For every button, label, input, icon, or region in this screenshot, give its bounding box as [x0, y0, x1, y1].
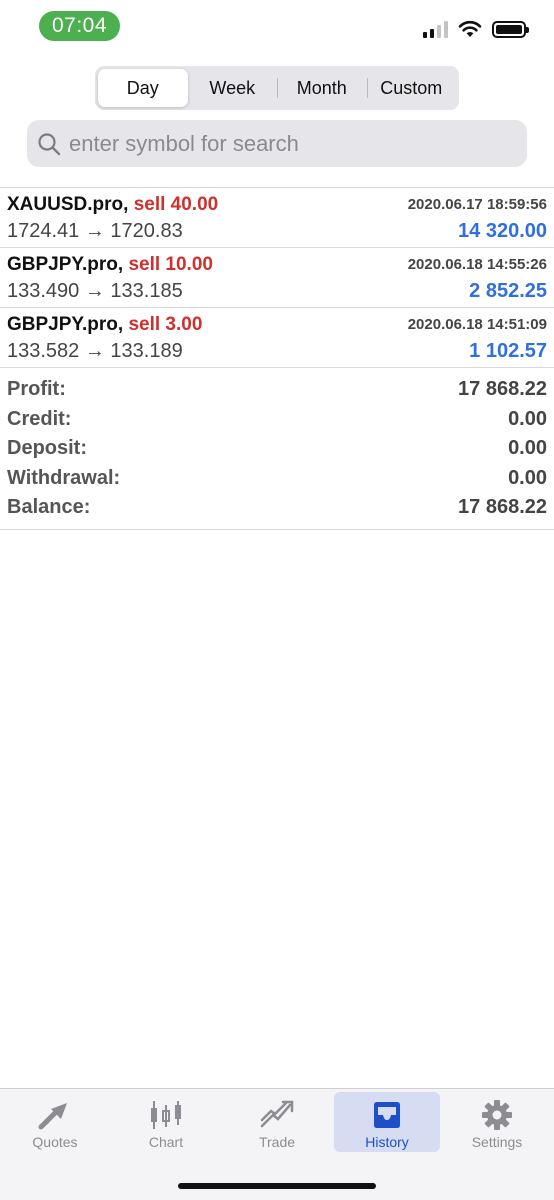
summary-label: Credit: — [7, 407, 72, 430]
summary-value: 17 868.22 — [458, 496, 547, 519]
deal-prices: 133.582 → 133.189 — [7, 340, 183, 362]
summary-value: 0.00 — [508, 437, 547, 460]
deals-list: XAUUSD.pro, sell 40.00 1724.41 → 1720.83… — [0, 187, 554, 368]
summary-label: Balance: — [7, 496, 91, 519]
cellular-signal-icon — [423, 20, 448, 38]
deal-symbol: XAUUSD.pro, — [7, 194, 129, 215]
inbox-tray-icon — [374, 1102, 400, 1128]
period-segmented-control: Day Week Month Custom — [95, 66, 459, 110]
summary-label: Deposit: — [7, 437, 87, 460]
summary-value: 0.00 — [508, 407, 547, 430]
tab-label: Chart — [148, 1134, 184, 1150]
summary-profit-row: Profit: 17 868.22 — [0, 375, 554, 405]
tab-label: Quotes — [32, 1134, 78, 1150]
tab-label: Settings — [471, 1134, 523, 1150]
wifi-icon — [458, 20, 482, 37]
tab-label: Trade — [258, 1134, 296, 1150]
history-screen: 07:04 Day Week Month Custom enter symbol… — [0, 0, 554, 1200]
deal-title: GBPJPY.pro, sell 3.00 — [7, 314, 202, 336]
deal-prices: 1724.41 → 1720.83 — [7, 220, 183, 242]
summary-balance-row: Balance: 17 868.22 — [0, 493, 554, 523]
summary-value: 0.00 — [508, 466, 547, 489]
deal-row[interactable]: XAUUSD.pro, sell 40.00 1724.41 → 1720.83… — [0, 188, 554, 248]
deal-symbol: GBPJPY.pro, — [7, 254, 124, 275]
deal-profit: 2 852.25 — [469, 280, 547, 302]
summary-value: 17 868.22 — [458, 378, 547, 401]
deal-side: sell 40.00 — [133, 194, 219, 215]
tab-settings[interactable]: Settings — [444, 1092, 550, 1152]
deal-row[interactable]: GBPJPY.pro, sell 10.00 133.490 → 133.185… — [0, 248, 554, 308]
period-day[interactable]: Day — [98, 69, 188, 107]
deal-title: XAUUSD.pro, sell 40.00 — [7, 194, 218, 216]
deal-profit: 1 102.57 — [469, 340, 547, 362]
tab-trade[interactable]: Trade — [224, 1092, 330, 1152]
deal-time: 2020.06.17 18:59:56 — [407, 196, 547, 213]
search-icon — [38, 132, 61, 155]
summary-label: Withdrawal: — [7, 466, 121, 489]
battery-icon — [492, 20, 529, 38]
deal-time: 2020.06.18 14:55:26 — [407, 256, 547, 273]
home-indicator[interactable] — [178, 1183, 376, 1189]
summary-label: Profit: — [7, 378, 66, 401]
summary-deposit-row: Deposit: 0.00 — [0, 434, 554, 464]
quotes-arrows-icon — [38, 1103, 67, 1130]
status-bar: 07:04 — [0, 0, 554, 52]
period-week[interactable]: Week — [188, 69, 278, 107]
tab-chart[interactable]: Chart — [113, 1092, 219, 1152]
period-custom[interactable]: Custom — [366, 69, 457, 107]
deal-side: sell 10.00 — [128, 254, 213, 275]
status-icons — [423, 20, 529, 38]
deal-title: GBPJPY.pro, sell 10.00 — [7, 254, 213, 276]
summary-credit-row: Credit: 0.00 — [0, 405, 554, 435]
candlestick-chart-icon — [151, 1101, 181, 1129]
deal-symbol: GBPJPY.pro, — [7, 314, 124, 335]
status-time: 07:04 — [39, 11, 120, 41]
tab-history[interactable]: History — [334, 1092, 440, 1152]
deal-profit: 14 320.00 — [458, 220, 547, 242]
symbol-search-input[interactable] — [69, 130, 509, 157]
tab-label: History — [365, 1134, 409, 1150]
symbol-search-bar[interactable] — [27, 120, 527, 167]
deal-side: sell 3.00 — [128, 314, 203, 335]
account-summary: Profit: 17 868.22 Credit: 0.00 Deposit: … — [0, 375, 554, 530]
deal-row[interactable]: GBPJPY.pro, sell 3.00 133.582 → 133.189 … — [0, 308, 554, 368]
tab-quotes[interactable]: Quotes — [2, 1092, 108, 1152]
deal-time: 2020.06.18 14:51:09 — [407, 316, 547, 333]
trade-trend-icon — [260, 1100, 294, 1128]
deal-prices: 133.490 → 133.185 — [7, 280, 183, 302]
period-month[interactable]: Month — [277, 69, 367, 107]
gear-icon — [482, 1100, 512, 1130]
summary-withdrawal-row: Withdrawal: 0.00 — [0, 464, 554, 494]
